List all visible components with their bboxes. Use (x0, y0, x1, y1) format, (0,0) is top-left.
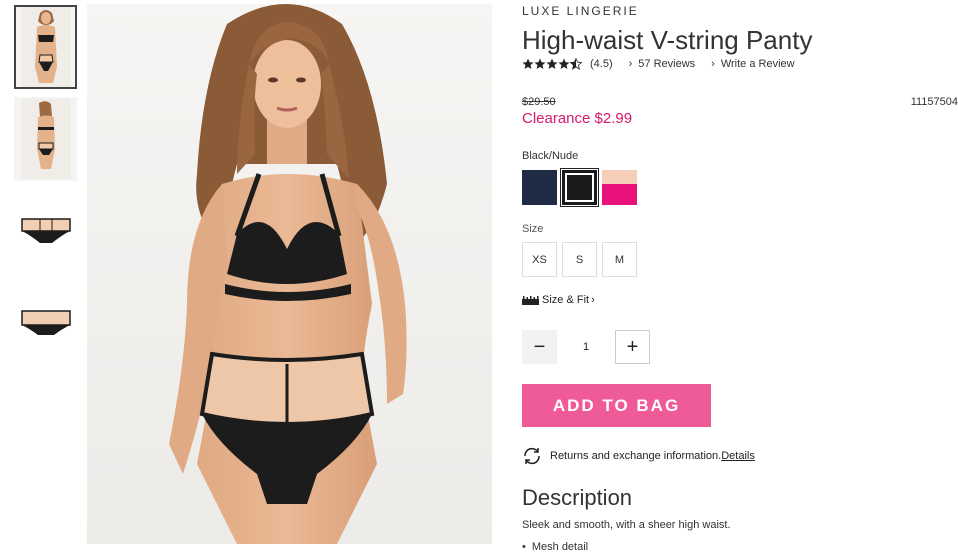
panty-back-image (20, 310, 71, 335)
reviews-link-label: 57 Reviews (638, 58, 696, 70)
model-front-image (20, 7, 71, 87)
star-full-icon (534, 58, 546, 69)
thumbnail-model-back[interactable] (14, 97, 77, 181)
reviews-link[interactable]: › 57 Reviews (629, 58, 696, 70)
ruler-icon (522, 295, 539, 305)
thumbnail-model-front[interactable] (14, 5, 77, 89)
quantity-stepper: − 1 + (522, 330, 650, 364)
star-full-icon (558, 58, 570, 69)
returns-text: Returns and exchange information. (550, 450, 722, 462)
swatch-navy[interactable] (522, 170, 557, 205)
rating-value: (4.5) (590, 58, 613, 70)
thumbnail-panty-back[interactable] (14, 281, 77, 365)
size-fit-label: Size & Fit (542, 294, 590, 306)
chevron-right-icon: › (628, 58, 633, 70)
size-option-xs[interactable]: XS (522, 242, 557, 277)
returns-details-link[interactable]: Details (721, 450, 755, 462)
size-option-m[interactable]: M (602, 242, 637, 277)
chevron-right-icon: › (591, 294, 595, 306)
brand-name: LUXE LINGERIE (522, 4, 639, 18)
selected-color-label: Black/Nude (522, 150, 579, 162)
star-half-icon (570, 58, 582, 70)
chevron-right-icon: › (711, 58, 715, 70)
size-options: XS S M (522, 242, 642, 277)
star-full-icon (522, 58, 534, 69)
swatch-black-nude[interactable] (560, 168, 599, 207)
star-rating (522, 58, 582, 70)
exchange-icon (524, 447, 540, 465)
swatch-nude-pink[interactable] (602, 170, 637, 205)
star-full-icon (546, 58, 558, 69)
panty-front-image (20, 218, 71, 243)
write-review-label: Write a Review (720, 58, 795, 70)
original-price: $29.50 (522, 96, 556, 108)
description-heading: Description (522, 485, 633, 510)
description-bullet: Mesh detail (522, 541, 588, 553)
thumbnail-list (14, 5, 77, 373)
add-to-bag-button[interactable]: ADD TO BAG (522, 384, 711, 427)
size-label: Size (522, 223, 544, 235)
description-bullets: Mesh detail (522, 541, 588, 553)
model-illustration (87, 4, 492, 544)
clearance-price: Clearance $2.99 (522, 110, 633, 127)
product-sku: 11157504 (910, 96, 958, 108)
returns-info: Returns and exchange information. Details (522, 447, 755, 465)
write-review-link[interactable]: › Write a Review (711, 58, 794, 70)
quantity-decrease-button[interactable]: − (522, 330, 557, 364)
color-swatches (522, 168, 642, 207)
product-title: High-waist V-string Panty (522, 25, 813, 55)
thumbnail-panty-front[interactable] (14, 189, 77, 273)
quantity-increase-button[interactable]: + (615, 330, 650, 364)
quantity-value[interactable]: 1 (557, 341, 615, 353)
main-product-image[interactable] (87, 4, 492, 544)
description-text: Sleek and smooth, with a sheer high wais… (522, 519, 731, 531)
model-back-image (20, 99, 71, 179)
rating-row: (4.5) › 57 Reviews › Write a Review (522, 58, 795, 70)
size-fit-link[interactable]: Size & Fit › (522, 294, 595, 306)
size-option-s[interactable]: S (562, 242, 597, 277)
